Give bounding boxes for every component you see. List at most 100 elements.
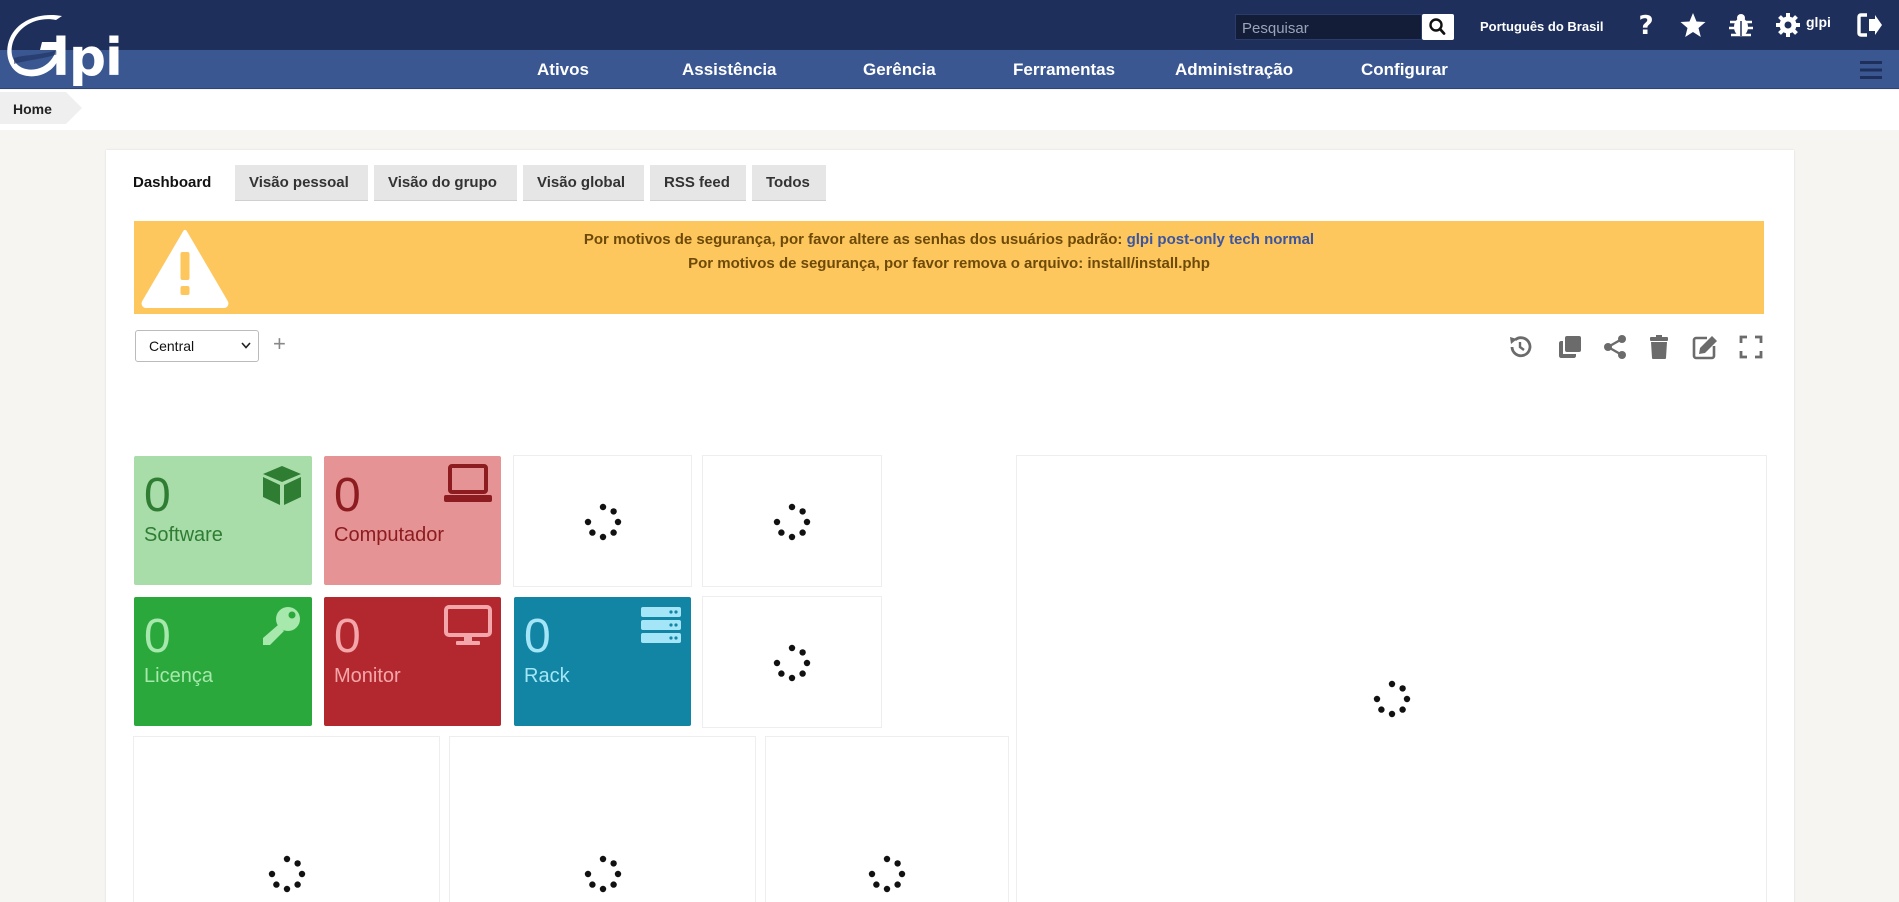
card-monitor[interactable]: 0 Monitor <box>324 597 501 726</box>
history-icon[interactable] <box>1507 334 1533 360</box>
spinner-dot <box>298 870 306 878</box>
spinner-dot <box>894 881 901 888</box>
spinner-dot <box>610 860 617 867</box>
monitor-icon <box>444 605 492 645</box>
language-selector[interactable]: Português do Brasil <box>1480 19 1604 34</box>
breadcrumb-home[interactable]: Home <box>0 92 82 124</box>
alert-line-1: Por motivos de segurança, por favor alte… <box>134 231 1764 248</box>
edit-icon[interactable] <box>1692 334 1718 360</box>
gear-icon[interactable] <box>1775 12 1801 38</box>
star-icon[interactable] <box>1679 12 1707 38</box>
spinner-dot <box>799 508 806 515</box>
main-menu-bar <box>0 50 1899 89</box>
breadcrumb-bar <box>0 90 1899 130</box>
card-label: Software <box>144 524 223 546</box>
card-licenca[interactable]: 0 Licença <box>134 597 312 726</box>
dashboard-select-value: Central <box>149 338 195 354</box>
spinner-dot <box>788 674 796 682</box>
tab-dashboard[interactable]: Dashboard <box>106 165 234 201</box>
tab-visao-global[interactable]: Visão global <box>523 165 644 201</box>
spinner-dot <box>294 860 301 867</box>
search-input[interactable]: Pesquisar <box>1235 14 1422 40</box>
fullscreen-icon[interactable] <box>1738 334 1764 360</box>
spinner-dot <box>778 529 785 536</box>
bug-icon[interactable] <box>1728 12 1754 38</box>
delete-icon[interactable] <box>1646 334 1672 360</box>
spinner-dot <box>1378 706 1385 713</box>
spinner-dot <box>1403 695 1411 703</box>
spinner-dot <box>788 533 796 541</box>
menu-assistencia[interactable]: Assistência <box>682 60 777 80</box>
spinner-dot <box>610 508 617 515</box>
alert-users-link[interactable]: glpi post-only tech normal <box>1127 231 1315 248</box>
spinner-dot <box>584 518 592 526</box>
add-dashboard-button[interactable]: + <box>273 331 289 359</box>
menu-ativos[interactable]: Ativos <box>537 60 589 80</box>
menu-ferramentas[interactable]: Ferramentas <box>1013 60 1115 80</box>
loading-spinner-icon <box>267 854 307 894</box>
card-value: 0 <box>334 610 361 663</box>
logo-text: lpi <box>52 28 123 88</box>
tab-rss-feed[interactable]: RSS feed <box>650 165 746 201</box>
spinner-dot <box>1399 685 1406 692</box>
laptop-icon <box>444 464 492 502</box>
card-software[interactable]: 0 Software <box>134 456 312 585</box>
server-icon <box>641 607 681 643</box>
help-icon[interactable]: ? <box>1635 12 1657 38</box>
glpi-logo[interactable]: lpi <box>6 14 126 88</box>
tab-todos[interactable]: Todos <box>752 165 826 201</box>
card-value: 0 <box>334 469 361 522</box>
card-computador[interactable]: 0 Computador <box>324 456 501 585</box>
menu-administracao[interactable]: Administração <box>1175 60 1293 80</box>
loading-spinner-icon <box>1372 679 1412 719</box>
spinner-dot <box>803 659 811 667</box>
spinner-dot <box>803 518 811 526</box>
tab-visao-do-grupo[interactable]: Visão do grupo <box>374 165 517 201</box>
spinner-dot <box>599 503 607 511</box>
search-button[interactable] <box>1422 14 1454 40</box>
menu-gerencia[interactable]: Gerência <box>863 60 936 80</box>
spinner-dot <box>589 881 596 888</box>
spinner-dot <box>788 503 796 511</box>
spinner-dot <box>614 870 622 878</box>
card-rack[interactable]: 0 Rack <box>514 597 691 726</box>
logout-icon[interactable] <box>1857 12 1883 38</box>
spinner-dot <box>599 533 607 541</box>
spinner-dot <box>589 529 596 536</box>
dashboard-select[interactable]: Central <box>135 330 259 362</box>
user-name[interactable]: glpi <box>1806 14 1831 30</box>
hamburger-menu-icon[interactable] <box>1860 60 1882 80</box>
loading-spinner-icon <box>772 643 812 683</box>
spinner-dot <box>599 885 607 893</box>
top-bar <box>0 0 1899 50</box>
spinner-dot <box>599 855 607 863</box>
card-value: 0 <box>524 610 551 663</box>
spinner-dot <box>868 870 876 878</box>
clone-icon[interactable] <box>1557 334 1583 360</box>
card-value: 0 <box>144 469 171 522</box>
card-label: Monitor <box>334 665 401 687</box>
share-icon[interactable] <box>1602 334 1628 360</box>
spinner-dot <box>778 670 785 677</box>
spinner-dot <box>799 649 806 656</box>
alert-line-1-text: Por motivos de segurança, por favor alte… <box>583 231 1127 248</box>
alert-line-2: Por motivos de segurança, por favor remo… <box>688 255 1210 272</box>
card-label: Computador <box>334 524 445 546</box>
card-label: Rack <box>524 665 570 687</box>
svg-text:?: ? <box>1638 12 1653 38</box>
spinner-dot <box>614 518 622 526</box>
spinner-dot <box>773 659 781 667</box>
spinner-dot <box>883 855 891 863</box>
spinner-dot <box>883 885 891 893</box>
tab-visao-pessoal[interactable]: Visão pessoal <box>235 165 368 201</box>
spinner-dot <box>898 870 906 878</box>
spinner-dot <box>584 870 592 878</box>
spinner-dot <box>610 529 617 536</box>
loading-spinner-icon <box>583 502 623 542</box>
spinner-dot <box>1399 706 1406 713</box>
key-icon <box>263 607 300 645</box>
spinner-dot <box>273 881 280 888</box>
spinner-dot <box>268 870 276 878</box>
menu-configurar[interactable]: Configurar <box>1361 60 1448 80</box>
spinner-dot <box>799 529 806 536</box>
